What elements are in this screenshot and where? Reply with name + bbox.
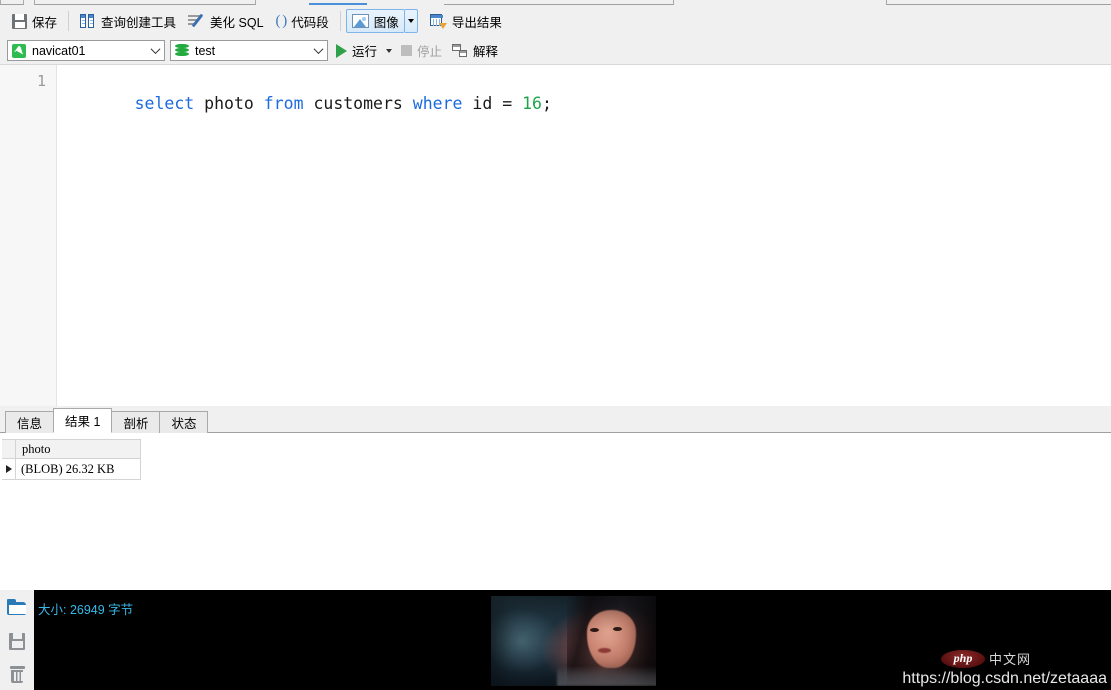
navicat-connection-icon — [12, 44, 26, 58]
query-builder-label: 查询创建工具 — [101, 12, 176, 31]
tab-info-label: 信息 — [17, 413, 42, 432]
blob-preview-toolbar — [0, 590, 34, 690]
blob-size-text: 大小: 26949 字节 — [38, 599, 133, 618]
result-tab-bar: 信息 结果 1 剖析 状态 — [0, 406, 1111, 433]
database-select-value: test — [195, 44, 215, 58]
run-button[interactable]: 运行 — [328, 40, 396, 62]
sql-token-text: customers — [304, 94, 413, 113]
connection-select-value: navicat01 — [32, 44, 86, 58]
connection-toolbar: navicat01 test 运行 停止 解释 — [0, 37, 1111, 64]
tab-info[interactable]: 信息 — [5, 411, 54, 433]
connection-select-arrow[interactable] — [147, 41, 164, 60]
save-file-icon[interactable] — [9, 633, 25, 650]
image-icon — [352, 14, 369, 28]
row-selector[interactable] — [2, 459, 16, 479]
tab-result-1-label: 结果 1 — [65, 411, 100, 430]
column-header-photo[interactable]: photo — [16, 442, 50, 457]
code-snippet-label: 代码段 — [291, 12, 329, 31]
beautify-sql-label: 美化 SQL — [210, 12, 264, 31]
toolbar-separator-1 — [68, 11, 69, 31]
beautify-sql-icon — [188, 14, 205, 28]
photo-vignette — [491, 596, 656, 686]
stop-button: 停止 — [396, 40, 447, 62]
chevron-down-icon — [408, 19, 414, 23]
sql-token-text: photo — [194, 94, 264, 113]
stop-button-label: 停止 — [417, 41, 442, 60]
blob-preview-canvas: 大小: 26949 字节 php 中文网 https://blog.csdn.n… — [34, 590, 1111, 690]
navicat-query-window: 保存 查询创建工具 美化 SQL ( ) 代码段 图像 — [0, 0, 1111, 690]
line-number: 1 — [37, 72, 46, 90]
stop-icon — [401, 45, 412, 56]
beautify-sql-button[interactable]: 美化 SQL — [182, 9, 270, 33]
result-grid-header: photo — [2, 439, 141, 459]
delete-icon[interactable] — [10, 666, 25, 683]
query-builder-button[interactable]: 查询创建工具 — [74, 9, 182, 33]
image-view-label: 图像 — [374, 12, 399, 31]
chevron-down-icon — [151, 44, 161, 54]
export-result-button[interactable]: 导出结果 — [424, 9, 508, 33]
tab-result-1[interactable]: 结果 1 — [53, 408, 112, 433]
blob-image-preview — [491, 596, 656, 686]
tab-profile[interactable]: 剖析 — [111, 411, 160, 433]
chevron-down-icon — [314, 44, 324, 54]
database-select[interactable]: test — [170, 40, 328, 61]
watermark-logo-suffix: 中文网 — [989, 649, 1031, 668]
explain-button-label: 解释 — [473, 41, 498, 60]
open-folder-icon[interactable] — [7, 599, 27, 617]
table-row[interactable]: (BLOB) 26.32 KB — [2, 459, 141, 480]
save-button-label: 保存 — [32, 12, 57, 31]
sql-token-keyword: where — [413, 94, 463, 113]
tab-status[interactable]: 状态 — [159, 411, 208, 433]
run-button-label: 运行 — [352, 41, 377, 60]
sql-code-area[interactable]: select photo from customers where id = 1… — [58, 65, 1111, 406]
result-grid[interactable]: photo (BLOB) 26.32 KB — [0, 433, 1111, 587]
image-view-dropdown-button[interactable] — [405, 9, 418, 33]
php-logo-badge: php — [941, 650, 985, 668]
database-select-arrow[interactable] — [310, 41, 327, 60]
main-toolbar: 保存 查询创建工具 美化 SQL ( ) 代码段 图像 — [0, 5, 1111, 37]
toolbar-separator-2 — [340, 11, 341, 31]
connection-select[interactable]: navicat01 — [7, 40, 165, 61]
run-dropdown-icon[interactable] — [386, 49, 392, 53]
query-builder-icon — [80, 14, 96, 28]
save-button[interactable]: 保存 — [6, 9, 63, 33]
watermark: https://blog.csdn.net/zetaaaa — [902, 671, 1107, 687]
explain-button[interactable]: 解释 — [447, 40, 503, 62]
export-result-icon — [430, 14, 447, 29]
save-icon — [12, 14, 27, 29]
blob-preview-panel: 大小: 26949 字节 php 中文网 https://blog.csdn.n… — [0, 590, 1111, 690]
watermark-url: https://blog.csdn.net/zetaaaa — [902, 670, 1107, 687]
database-icon — [175, 44, 189, 58]
code-snippet-button[interactable]: ( ) 代码段 — [270, 9, 335, 33]
row-current-arrow-icon — [6, 465, 12, 473]
sql-token-text: ; — [542, 94, 552, 113]
image-view-button[interactable]: 图像 — [346, 9, 405, 33]
code-snippet-icon: ( ) — [276, 14, 287, 28]
tab-status-label: 状态 — [171, 413, 196, 432]
watermark-logo: php 中文网 — [941, 649, 1031, 668]
sql-token-text: id = — [462, 94, 522, 113]
sql-token-keyword: select — [135, 94, 195, 113]
explain-icon — [452, 44, 468, 58]
editor-gutter: 1 — [0, 65, 57, 406]
sql-token-number: 16 — [522, 94, 542, 113]
cell-photo[interactable]: (BLOB) 26.32 KB — [16, 462, 114, 477]
export-result-label: 导出结果 — [452, 12, 502, 31]
tab-profile-label: 剖析 — [123, 413, 148, 432]
sql-token-keyword: from — [264, 94, 304, 113]
grid-corner-cell[interactable] — [2, 440, 16, 458]
play-icon — [336, 44, 347, 58]
sql-editor[interactable]: 1 select photo from customers where id =… — [0, 64, 1111, 406]
